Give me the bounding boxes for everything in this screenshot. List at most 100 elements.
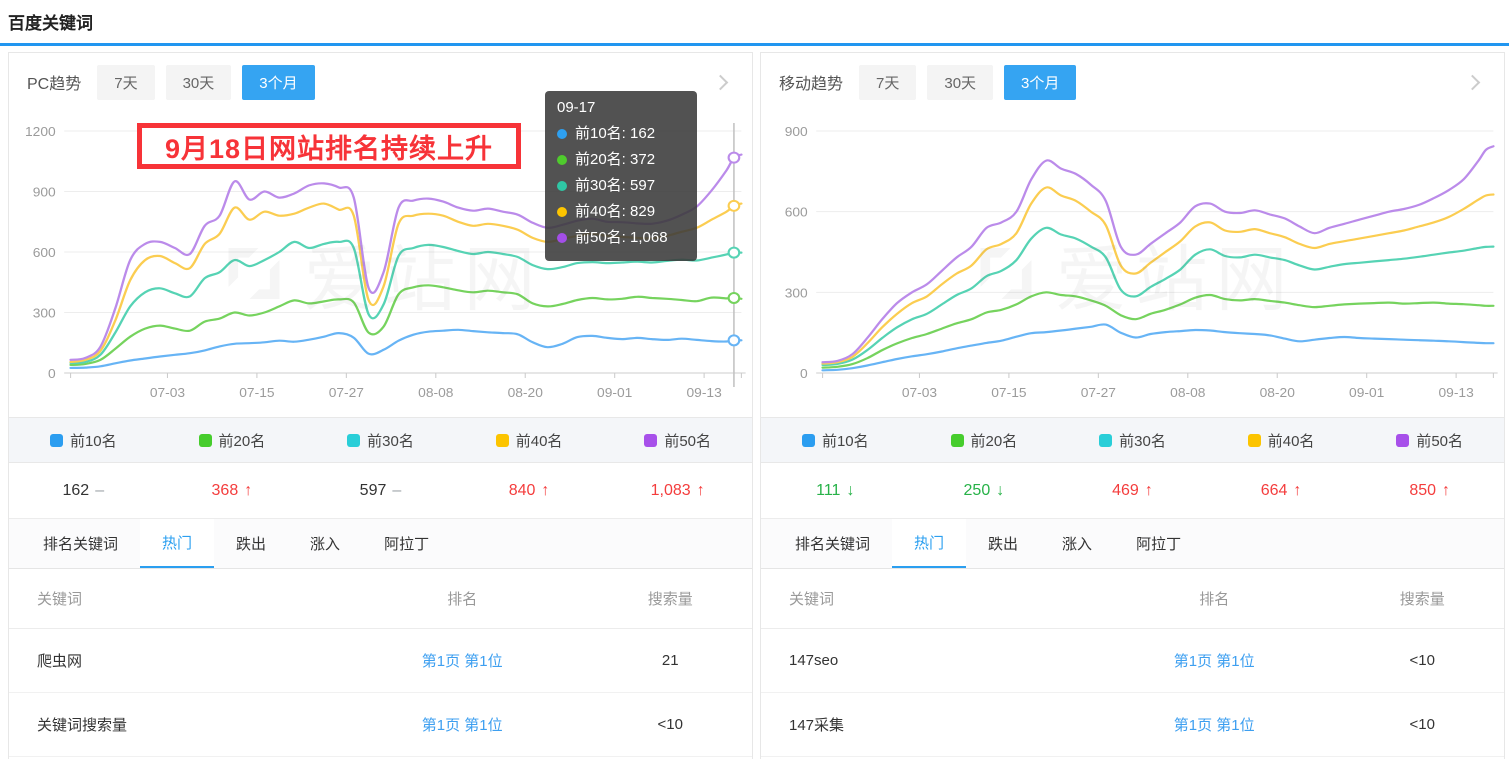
legend-item[interactable]: 前50名 bbox=[603, 430, 752, 451]
rank-cell: 第1页 第1位 bbox=[1088, 650, 1341, 671]
hover-marker bbox=[729, 153, 740, 163]
tooltip-item-text: 前40名: 829 bbox=[575, 199, 655, 225]
up-arrow-icon: ↑ bbox=[1145, 482, 1153, 500]
keyword-tab[interactable]: 排名关键词 bbox=[773, 519, 892, 568]
keyword-tab[interactable]: 涨入 bbox=[288, 519, 362, 568]
table-header: 关键词排名搜索量 bbox=[761, 569, 1504, 629]
search-volume-cell: <10 bbox=[1341, 716, 1504, 733]
x-axis-label: 07-15 bbox=[239, 385, 274, 400]
x-axis-label: 07-03 bbox=[902, 385, 937, 400]
keyword-tab[interactable]: 热门 bbox=[892, 519, 966, 568]
column-header: 搜索量 bbox=[1341, 588, 1504, 609]
panel-header: 移动趋势 7天30天3个月 bbox=[761, 53, 1504, 105]
x-axis-label: 09-13 bbox=[686, 385, 721, 400]
x-axis-label: 08-08 bbox=[418, 385, 453, 400]
y-axis-label: 0 bbox=[48, 366, 56, 381]
table-row[interactable]: 147采集第1页 第1位<10 bbox=[761, 693, 1504, 757]
up-arrow-icon: ↑ bbox=[1293, 482, 1301, 500]
table-row[interactable]: 关键词搜索量第1页 第1位<10 bbox=[9, 693, 752, 757]
chevron-right-icon bbox=[712, 74, 728, 90]
page-title: 百度关键词 bbox=[0, 0, 1509, 43]
y-axis-label: 0 bbox=[800, 366, 808, 381]
range-tab[interactable]: 7天 bbox=[859, 65, 916, 100]
legend-label: 前40名 bbox=[1268, 430, 1315, 451]
legend-label: 前50名 bbox=[1416, 430, 1463, 451]
stat-cell: 840↑ bbox=[455, 482, 604, 500]
legend-item[interactable]: 前40名 bbox=[1207, 430, 1356, 451]
rank-cell: 第1页 第1位 bbox=[336, 714, 589, 735]
rank-link[interactable]: 第1页 第1位 bbox=[1174, 717, 1255, 734]
legend-item[interactable]: 前50名 bbox=[1355, 430, 1504, 451]
range-tab[interactable]: 7天 bbox=[97, 65, 154, 100]
series-dot-icon bbox=[557, 155, 567, 165]
legend-item[interactable]: 前40名 bbox=[455, 430, 604, 451]
table-body: 147seo第1页 第1位<10147采集第1页 第1位<10 bbox=[761, 629, 1504, 757]
legend-item[interactable]: 前20名 bbox=[910, 430, 1059, 451]
up-arrow-icon: ↑ bbox=[697, 482, 705, 500]
panels-container: PC趋势 7天30天3个月 0300600900120007-0307-1507… bbox=[0, 46, 1509, 759]
table-row[interactable]: 147seo第1页 第1位<10 bbox=[761, 629, 1504, 693]
rank-link[interactable]: 第1页 第1位 bbox=[422, 653, 503, 670]
stat-value: 664 bbox=[1261, 482, 1288, 500]
range-tab[interactable]: 3个月 bbox=[1004, 65, 1076, 100]
series-line bbox=[71, 330, 742, 368]
x-axis-label: 07-27 bbox=[329, 385, 364, 400]
range-tabs: 7天 30天 3个月 bbox=[97, 65, 314, 100]
legend-item[interactable]: 前10名 bbox=[761, 430, 910, 451]
keyword-tab[interactable]: 阿拉丁 bbox=[362, 519, 451, 568]
keyword-tabs: 排名关键词热门跌出涨入阿拉丁 bbox=[9, 519, 752, 569]
stat-value: 840 bbox=[509, 482, 536, 500]
keyword-tab[interactable]: 阿拉丁 bbox=[1114, 519, 1203, 568]
legend-swatch-icon bbox=[1099, 434, 1112, 447]
stat-cell: 469 ↑ bbox=[1058, 482, 1207, 500]
y-axis-label: 600 bbox=[33, 245, 56, 260]
keyword-tab[interactable]: 排名关键词 bbox=[21, 519, 140, 568]
stat-cell: 368↑ bbox=[158, 482, 307, 500]
range-tab[interactable]: 30天 bbox=[166, 65, 232, 100]
up-arrow-icon: ↑ bbox=[244, 482, 252, 500]
stat-value: 850 bbox=[1409, 482, 1436, 500]
stats-row: 111↓250↓469↑664↑850↑ bbox=[761, 463, 1504, 519]
panel-next-button[interactable] bbox=[1458, 68, 1486, 96]
keyword-tab[interactable]: 跌出 bbox=[214, 519, 288, 568]
y-axis-label: 1200 bbox=[25, 124, 56, 139]
x-axis-label: 08-08 bbox=[1170, 385, 1205, 400]
panel-next-button[interactable] bbox=[706, 68, 734, 96]
mobile-trend-panel: 移动趋势 7天30天3个月 030060090007-0307-1507-270… bbox=[760, 52, 1505, 759]
legend-item[interactable]: 前30名 bbox=[1058, 430, 1207, 451]
series-line bbox=[823, 228, 1494, 365]
series-line bbox=[823, 324, 1494, 370]
rank-link[interactable]: 第1页 第1位 bbox=[1174, 653, 1255, 670]
series-line bbox=[823, 292, 1494, 367]
column-header: 排名 bbox=[1088, 588, 1341, 609]
column-header: 搜索量 bbox=[589, 588, 752, 609]
tooltip-item: 前50名: 1,068 bbox=[557, 225, 685, 251]
x-axis-label: 09-13 bbox=[1438, 385, 1473, 400]
tooltip-items: 前10名: 162前20名: 372前30名: 597前40名: 829前50名… bbox=[557, 121, 685, 251]
legend-item[interactable]: 前30名 bbox=[306, 430, 455, 451]
mobile-trend-chart[interactable]: 030060090007-0307-1507-2708-0808-2009-01… bbox=[761, 105, 1504, 417]
rank-link[interactable]: 第1页 第1位 bbox=[422, 717, 503, 734]
chevron-right-icon bbox=[1464, 74, 1480, 90]
keyword-cell: 147seo bbox=[761, 652, 1088, 669]
tooltip-item: 前20名: 372 bbox=[557, 147, 685, 173]
series-line bbox=[823, 187, 1494, 363]
hover-marker bbox=[729, 248, 740, 258]
annotation-banner: 9月18日网站排名持续上升 bbox=[137, 123, 521, 169]
legend-item[interactable]: 前10名 bbox=[9, 430, 158, 451]
range-tab[interactable]: 30天 bbox=[927, 65, 993, 100]
table-row[interactable]: 爬虫网第1页 第1位21 bbox=[9, 629, 752, 693]
keyword-tab[interactable]: 涨入 bbox=[1040, 519, 1114, 568]
keyword-tab[interactable]: 跌出 bbox=[966, 519, 1040, 568]
legend-swatch-icon bbox=[50, 434, 63, 447]
range-tab[interactable]: 3个月 bbox=[242, 65, 314, 100]
keyword-tab[interactable]: 热门 bbox=[140, 519, 214, 568]
stat-value: 469 bbox=[1112, 482, 1139, 500]
legend-swatch-icon bbox=[199, 434, 212, 447]
x-axis-label: 07-03 bbox=[150, 385, 185, 400]
stat-value: 111 bbox=[816, 482, 840, 500]
y-axis-label: 300 bbox=[785, 286, 808, 301]
column-header: 关键词 bbox=[9, 588, 336, 609]
tooltip-item-text: 前50名: 1,068 bbox=[575, 225, 668, 251]
legend-item[interactable]: 前20名 bbox=[158, 430, 307, 451]
